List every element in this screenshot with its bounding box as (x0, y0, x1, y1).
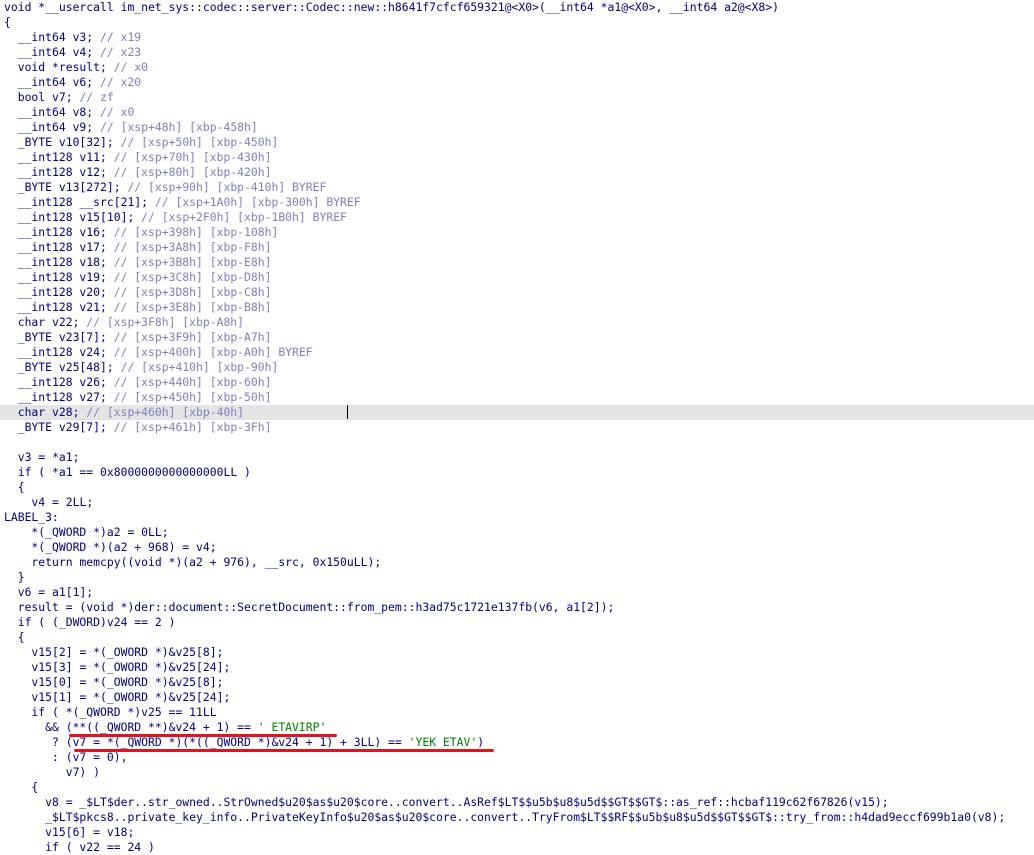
code-line[interactable]: v15[2] = *(_OWORD *)&v25[8]; (0, 645, 1034, 660)
code-line[interactable]: void *__usercall im_net_sys::codec::serv… (0, 0, 1034, 15)
annotation-underline-1 (69, 734, 337, 737)
code-line[interactable]: void *result; // x0 (0, 60, 1034, 75)
code-line[interactable]: && (**((_QWORD **)&v24 + 1) == ' ETAVIRP… (0, 720, 1034, 735)
code-line[interactable]: _BYTE v10[32]; // [xsp+50h] [xbp-450h] (0, 135, 1034, 150)
code-line[interactable]: v7) ) (0, 765, 1034, 780)
code-line[interactable]: __int128 __src[21]; // [xsp+1A0h] [xbp-3… (0, 195, 1034, 210)
code-line[interactable]: __int128 v16; // [xsp+398h] [xbp-108h] (0, 225, 1034, 240)
code-line[interactable]: __int128 v21; // [xsp+3E8h] [xbp-B8h] (0, 300, 1034, 315)
code-line[interactable]: result = (void *)der::document::SecretDo… (0, 600, 1034, 615)
code-line[interactable]: _BYTE v13[272]; // [xsp+90h] [xbp-410h] … (0, 180, 1034, 195)
code-line[interactable]: v15[1] = *(_OWORD *)&v25[24]; (0, 690, 1034, 705)
code-line[interactable]: __int64 v6; // x20 (0, 75, 1034, 90)
code-line[interactable]: if ( *a1 == 0x8000000000000000LL ) (0, 465, 1034, 480)
code-line[interactable]: } (0, 570, 1034, 585)
code-line[interactable]: v15[0] = *(_OWORD *)&v25[8]; (0, 675, 1034, 690)
code-line[interactable]: *(_QWORD *)(a2 + 968) = v4; (0, 540, 1034, 555)
code-line[interactable]: { (0, 15, 1034, 30)
code-line[interactable]: __int128 v19; // [xsp+3C8h] [xbp-D8h] (0, 270, 1034, 285)
text-cursor (347, 405, 348, 419)
code-line[interactable]: __int64 v3; // x19 (0, 30, 1034, 45)
code-line[interactable]: _$LT$pkcs8..private_key_info..PrivateKey… (0, 810, 1034, 825)
code-line[interactable]: return memcpy((void *)(a2 + 976), __src,… (0, 555, 1034, 570)
code-line[interactable]: v15[3] = *(_OWORD *)&v25[24]; (0, 660, 1034, 675)
code-line[interactable]: : (v7 = 0), (0, 750, 1034, 765)
code-line-current[interactable]: char v28; // [xsp+460h] [xbp-40h] (0, 405, 1034, 420)
code-line[interactable]: bool v7; // zf (0, 90, 1034, 105)
code-line[interactable]: _BYTE v25[48]; // [xsp+410h] [xbp-90h] (0, 360, 1034, 375)
code-line[interactable]: v3 = *a1; (0, 450, 1034, 465)
code-line[interactable]: _BYTE v23[7]; // [xsp+3F9h] [xbp-A7h] (0, 330, 1034, 345)
code-line[interactable]: { (0, 630, 1034, 645)
pseudocode-view[interactable]: void *__usercall im_net_sys::codec::serv… (0, 0, 1034, 855)
code-line[interactable]: if ( (_DWORD)v24 == 2 ) (0, 615, 1034, 630)
code-line[interactable]: _BYTE v29[7]; // [xsp+461h] [xbp-3Fh] (0, 420, 1034, 435)
code-line[interactable]: { (0, 780, 1034, 795)
code-line[interactable]: __int128 v20; // [xsp+3D8h] [xbp-C8h] (0, 285, 1034, 300)
code-line[interactable]: char v22; // [xsp+3F8h] [xbp-A8h] (0, 315, 1034, 330)
code-line[interactable]: __int128 v18; // [xsp+3B8h] [xbp-E8h] (0, 255, 1034, 270)
code-line[interactable] (0, 435, 1034, 450)
code-line[interactable]: v8 = _$LT$der..str_owned..StrOwned$u20$a… (0, 795, 1034, 810)
code-line[interactable]: v4 = 2LL; (0, 495, 1034, 510)
code-line[interactable]: __int128 v27; // [xsp+450h] [xbp-50h] (0, 390, 1034, 405)
code-line[interactable]: __int64 v9; // [xsp+48h] [xbp-458h] (0, 120, 1034, 135)
code-line[interactable]: ? (v7 = *(_QWORD *)(*((_QWORD *)&v24 + 1… (0, 735, 1034, 750)
annotation-underline-2 (74, 749, 494, 752)
code-line[interactable]: __int128 v11; // [xsp+70h] [xbp-430h] (0, 150, 1034, 165)
code-line[interactable]: *(_QWORD *)a2 = 0LL; (0, 525, 1034, 540)
code-line[interactable]: __int128 v24; // [xsp+400h] [xbp-A0h] BY… (0, 345, 1034, 360)
code-line[interactable]: v6 = a1[1]; (0, 585, 1034, 600)
code-line[interactable]: v15[6] = v18; (0, 825, 1034, 840)
code-line[interactable]: __int128 v15[10]; // [xsp+2F0h] [xbp-1B0… (0, 210, 1034, 225)
code-line[interactable]: LABEL_3: (0, 510, 1034, 525)
code-line[interactable]: __int64 v8; // x0 (0, 105, 1034, 120)
code-line[interactable]: __int128 v17; // [xsp+3A8h] [xbp-F8h] (0, 240, 1034, 255)
code-line[interactable]: __int128 v12; // [xsp+80h] [xbp-420h] (0, 165, 1034, 180)
code-line[interactable]: __int64 v4; // x23 (0, 45, 1034, 60)
code-line[interactable]: if ( *(_QWORD *)v25 == 11LL (0, 705, 1034, 720)
code-line[interactable]: { (0, 480, 1034, 495)
code-line[interactable]: __int128 v26; // [xsp+440h] [xbp-60h] (0, 375, 1034, 390)
